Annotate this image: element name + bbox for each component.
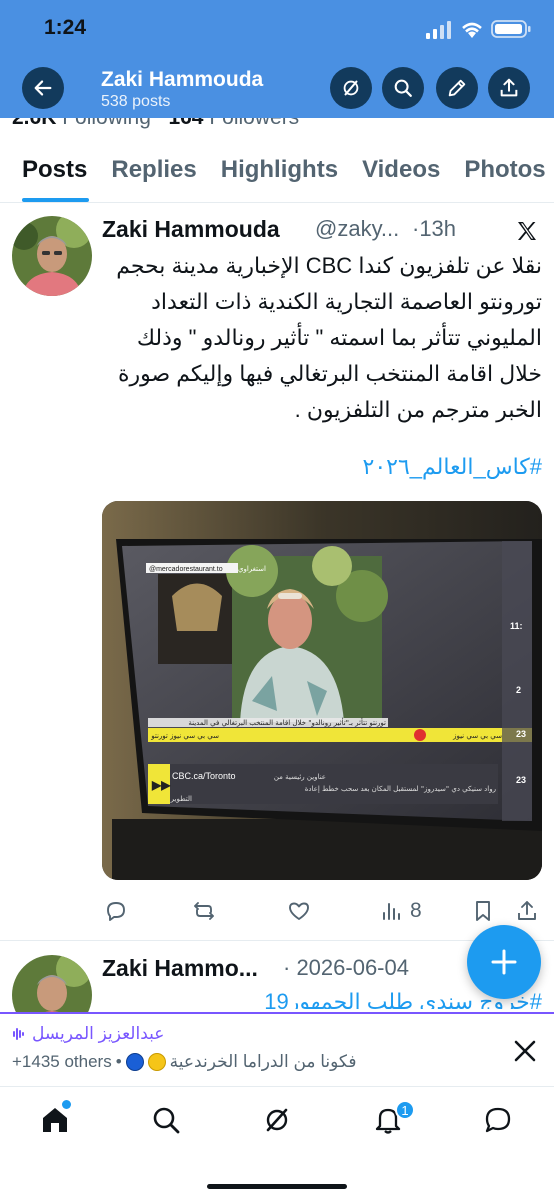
battery-icon	[491, 20, 531, 38]
tweet-timestamp[interactable]: · 2026-06-04	[283, 955, 409, 981]
tv-photo: @mercadorestaurant.to استغراوي تورنتو تت…	[102, 501, 542, 880]
grok-icon	[266, 1108, 288, 1132]
side-number-1: 11:	[510, 621, 523, 631]
side-number-2: 2	[516, 685, 521, 695]
mirrored-label: استغراوي	[238, 565, 266, 573]
yellow-circle-icon	[147, 1053, 166, 1071]
home-unread-dot	[62, 1100, 71, 1109]
side-number-3: 23	[516, 729, 526, 739]
audio-bars-icon	[13, 1028, 24, 1040]
ticker-line2: رواد سنيكي دي "سيدروز" لمستقبل المكان بع…	[305, 785, 496, 793]
space-listener-count: +1435 others	[12, 1052, 112, 1071]
tab-highlights[interactable]: Highlights	[209, 140, 350, 202]
profile-tabs: Posts Replies Highlights Videos Photos	[0, 140, 554, 202]
ticker-line3: التطوير	[170, 795, 192, 803]
share-icon	[500, 78, 518, 97]
avatar[interactable]	[12, 216, 92, 296]
tweet-author-handle[interactable]: @zaky...	[315, 216, 399, 242]
nav-search[interactable]	[150, 1104, 182, 1136]
share-icon	[518, 901, 536, 920]
share-button[interactable]	[488, 67, 530, 109]
grok-icon	[343, 80, 359, 96]
lower-third-line2: سي بي سي نيوز تورنتو	[150, 732, 219, 740]
instagram-handle: @mercadorestaurant.to	[149, 566, 223, 573]
like-button[interactable]	[287, 897, 311, 925]
tweet-share-button[interactable]	[515, 897, 539, 925]
home-indicator	[207, 1184, 347, 1189]
space-host-row: عبدالعزيز المريسل	[12, 1024, 164, 1044]
views-button[interactable]: 8	[380, 897, 422, 925]
play-glyph: ▶▶	[151, 778, 171, 792]
ticker-line1: عناوين رئيسية من	[274, 773, 326, 781]
tab-divider	[0, 202, 554, 203]
tweet-hashtag[interactable]: #كاس_العالم_٢٠٢٦	[102, 454, 542, 480]
repost-button[interactable]	[192, 897, 216, 925]
close-icon[interactable]	[512, 1038, 538, 1064]
arrow-left-icon	[34, 80, 52, 96]
chat-bubble-icon	[485, 1107, 511, 1133]
network-tag: سي بي سي نيوز	[452, 732, 502, 740]
status-time: 1:24	[44, 16, 87, 39]
pencil-icon	[448, 79, 466, 97]
tweet-timestamp[interactable]: ·13h	[412, 216, 456, 242]
space-host-name: عبدالعزيز المريسل	[32, 1024, 165, 1043]
side-number-4: 23	[516, 775, 526, 785]
nav-messages[interactable]	[482, 1104, 514, 1136]
views-count: 8	[410, 899, 422, 922]
bookmark-button[interactable]	[471, 897, 495, 925]
notification-badge: 1	[395, 1100, 415, 1120]
reply-icon	[107, 902, 125, 921]
wifi-icon	[462, 22, 482, 38]
bookmark-icon	[476, 901, 490, 921]
tweet-media-image[interactable]: @mercadorestaurant.to استغراوي تورنتو تت…	[102, 501, 542, 880]
reply-button[interactable]	[104, 897, 128, 925]
grok-button[interactable]	[330, 67, 372, 109]
tweet-author-name[interactable]: Zaki Hammouda	[102, 216, 280, 243]
tweet-author-name[interactable]: Zaki Hammo...	[102, 955, 258, 982]
tab-photos[interactable]: Photos	[452, 140, 554, 202]
views-chart-icon	[383, 903, 400, 920]
lower-third-line1: تورنتو تتأثر بـ"تأثير رونالدو" خلال اقام…	[188, 717, 386, 727]
x-logo-icon	[518, 222, 536, 240]
edit-button[interactable]	[436, 67, 478, 109]
plus-icon	[491, 949, 517, 975]
space-meta: +1435 others • فكونا من الدراما الخرندعي…	[12, 1052, 356, 1072]
tab-videos[interactable]: Videos	[350, 140, 452, 202]
tweet-divider	[0, 940, 554, 941]
nav-grok[interactable]	[261, 1104, 293, 1136]
tab-replies[interactable]: Replies	[99, 140, 208, 202]
search-button[interactable]	[382, 67, 424, 109]
dot-separator: •	[115, 1052, 122, 1071]
search-icon	[394, 79, 412, 97]
compose-fab-button[interactable]	[467, 925, 541, 999]
cellular-signal-icon	[426, 21, 451, 39]
tweet-text: نقلا عن تلفزيون كندا CBC الإخبارية مدينة…	[116, 253, 542, 422]
tab-posts[interactable]: Posts	[0, 140, 99, 202]
repost-icon	[194, 902, 214, 920]
space-title: فكونا من الدراما الخرندعية	[169, 1052, 357, 1071]
back-button[interactable]	[22, 67, 64, 109]
search-icon	[153, 1107, 180, 1134]
heart-icon	[289, 902, 309, 920]
tweet-text[interactable]: #خروج سندي طلب الجمهور19	[102, 989, 542, 1009]
header-post-count: 538 posts	[101, 93, 171, 110]
header-profile-name: Zaki Hammouda	[101, 68, 264, 91]
blue-circle-icon	[125, 1053, 144, 1071]
cbc-url: CBC.ca/Toronto	[172, 771, 236, 781]
